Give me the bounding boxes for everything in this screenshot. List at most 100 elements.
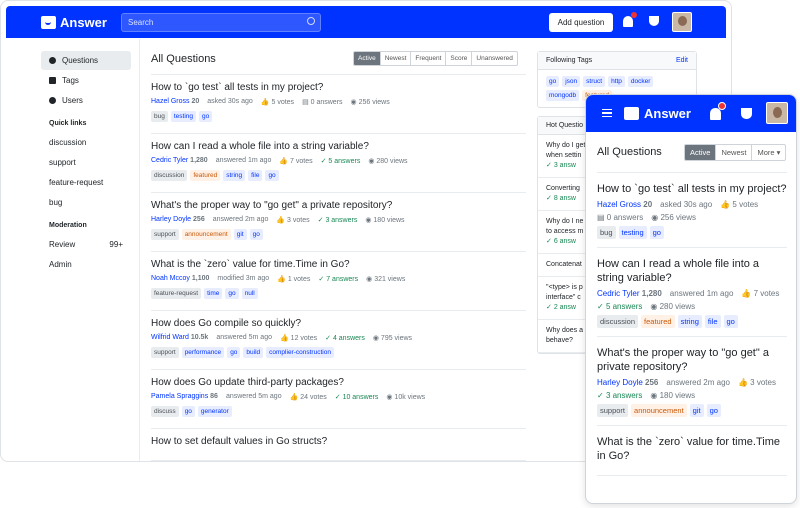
tag-chip[interactable]: string xyxy=(223,170,246,181)
menu-icon[interactable] xyxy=(602,109,612,117)
trophy-icon[interactable] xyxy=(649,16,659,26)
user-avatar[interactable] xyxy=(766,102,788,124)
tag-chip[interactable]: complier-construction xyxy=(266,347,334,358)
tag-chip[interactable]: go xyxy=(249,229,263,240)
tag-chip[interactable]: json xyxy=(562,76,581,87)
tag-chip[interactable]: discussion xyxy=(597,315,639,328)
tag-chip[interactable]: generator xyxy=(197,406,232,417)
tag-chip[interactable]: go xyxy=(181,406,195,417)
author-name: Pamela Spraggins xyxy=(151,393,209,400)
tag-chip[interactable]: discuss xyxy=(151,406,179,417)
author-link[interactable]: Hazel Gross 20 xyxy=(597,200,652,209)
filter-frequent[interactable]: Frequent xyxy=(411,52,447,65)
tag-chip[interactable]: featured xyxy=(641,315,675,328)
tag-chip[interactable]: mongodb xyxy=(546,90,580,101)
tag-chip[interactable]: performance xyxy=(181,347,225,358)
tag-chip[interactable]: struct xyxy=(583,76,606,87)
notification-bell-icon[interactable] xyxy=(710,102,726,120)
tag-chip[interactable]: null xyxy=(241,288,258,299)
sidebar-item-admin[interactable]: Admin xyxy=(41,254,131,274)
filter-newest[interactable]: Newest xyxy=(716,145,753,160)
question-title[interactable]: How to set default values in Go structs? xyxy=(151,436,526,447)
author-link[interactable]: Harley Doyle 256 xyxy=(151,216,205,224)
tag-chip[interactable]: support xyxy=(151,229,179,240)
mobile-logo[interactable]: Answer xyxy=(624,106,691,121)
quick-link[interactable]: bug xyxy=(41,192,131,212)
question-title[interactable]: What is the `zero` value for time.Time i… xyxy=(597,435,787,463)
search-input[interactable]: Search xyxy=(121,13,321,32)
tag-chip[interactable]: feature-request xyxy=(151,288,202,299)
tag-chip[interactable]: time xyxy=(204,288,223,299)
sidebar-item-review[interactable]: Review 99+ xyxy=(41,234,131,254)
edit-tags-link[interactable]: Edit xyxy=(676,57,688,64)
question-title[interactable]: How can I read a whole file into a strin… xyxy=(597,257,787,285)
question-title[interactable]: How does Go update third-party packages? xyxy=(151,377,526,388)
tag-chip[interactable]: build xyxy=(243,347,264,358)
tag-chip[interactable]: support xyxy=(151,347,179,358)
notification-bell-icon[interactable] xyxy=(623,12,637,27)
tag-chip[interactable]: testing xyxy=(170,111,197,122)
tag-chip[interactable]: announcement xyxy=(181,229,231,240)
question-item: What's the proper way to "go get" a priv… xyxy=(151,193,526,252)
question-title[interactable]: How to `go test` all tests in my project… xyxy=(597,182,787,196)
question-title[interactable]: What's the proper way to "go get" a priv… xyxy=(597,346,787,374)
tag-chip[interactable]: git xyxy=(233,229,247,240)
question-title[interactable]: How does Go compile so quickly? xyxy=(151,318,526,329)
author-link[interactable]: Harley Doyle 256 xyxy=(597,378,658,387)
question-title[interactable]: How to `go test` all tests in my project… xyxy=(151,82,526,93)
tag-chip[interactable]: go xyxy=(723,315,738,328)
filter-unanswered[interactable]: Unanswered xyxy=(472,52,517,65)
answers-text: 2 answ xyxy=(553,304,576,311)
app-name: Answer xyxy=(60,15,107,30)
logo[interactable]: Answer xyxy=(41,15,107,30)
author-link[interactable]: Hazel Gross 20 xyxy=(151,98,199,106)
tag-chip[interactable]: go xyxy=(225,288,239,299)
user-avatar[interactable] xyxy=(672,12,692,32)
trophy-icon[interactable] xyxy=(741,108,752,119)
votes-count: 👍 24 votes xyxy=(290,393,327,401)
tag-chip[interactable]: docker xyxy=(627,76,654,87)
tag-chip[interactable]: go xyxy=(265,170,279,181)
filter-more-dropdown[interactable]: More ▾ xyxy=(752,145,785,160)
tag-chip[interactable]: discussion xyxy=(151,170,188,181)
tag-chip[interactable]: string xyxy=(677,315,702,328)
author-link[interactable]: Wilfrid Ward 10.5k xyxy=(151,334,208,342)
tag-chip[interactable]: go xyxy=(649,226,664,239)
sidebar-item-questions[interactable]: Questions xyxy=(41,51,131,70)
tag-chip[interactable]: bug xyxy=(597,226,616,239)
tag-chip[interactable]: go xyxy=(706,404,721,417)
filter-score[interactable]: Score xyxy=(446,52,473,65)
tag-chip[interactable]: testing xyxy=(618,226,647,239)
search-icon[interactable] xyxy=(307,17,315,25)
quick-link[interactable]: discussion xyxy=(41,132,131,152)
admin-label: Admin xyxy=(49,259,72,269)
votes-text: 3 votes xyxy=(287,217,310,224)
tag-chip[interactable]: bug xyxy=(151,111,168,122)
quick-link[interactable]: feature-request xyxy=(41,172,131,192)
tag-chip[interactable]: go xyxy=(227,347,241,358)
filter-active[interactable]: Active xyxy=(354,52,381,65)
tag-chip[interactable]: announcement xyxy=(631,404,687,417)
tag-chip[interactable]: http xyxy=(608,76,625,87)
tag-chip[interactable]: git xyxy=(689,404,704,417)
filter-newest[interactable]: Newest xyxy=(381,52,412,65)
tag-chip[interactable]: file xyxy=(704,315,721,328)
author-link[interactable]: Cedric Tyler 1,280 xyxy=(151,157,208,165)
question-title[interactable]: How can I read a whole file into a strin… xyxy=(151,141,526,152)
sidebar-item-tags[interactable]: Tags xyxy=(41,71,131,90)
views-text: 256 views xyxy=(660,213,697,222)
author-link[interactable]: Cedric Tyler 1,280 xyxy=(597,289,662,298)
author-link[interactable]: Pamela Spraggins 86 xyxy=(151,393,218,401)
add-question-button[interactable]: Add question xyxy=(549,13,613,32)
quick-link[interactable]: support xyxy=(41,152,131,172)
filter-active[interactable]: Active xyxy=(685,145,717,160)
sidebar-item-users[interactable]: Users xyxy=(41,91,131,110)
tag-chip[interactable]: support xyxy=(597,404,629,417)
question-title[interactable]: What is the `zero` value for time.Time i… xyxy=(151,259,526,270)
tag-chip[interactable]: go xyxy=(199,111,213,122)
tag-chip[interactable]: go xyxy=(546,76,560,87)
tag-chip[interactable]: featured xyxy=(190,170,221,181)
author-link[interactable]: Noah Mccoy 1,100 xyxy=(151,275,209,283)
question-title[interactable]: What's the proper way to "go get" a priv… xyxy=(151,200,526,211)
tag-chip[interactable]: file xyxy=(248,170,263,181)
